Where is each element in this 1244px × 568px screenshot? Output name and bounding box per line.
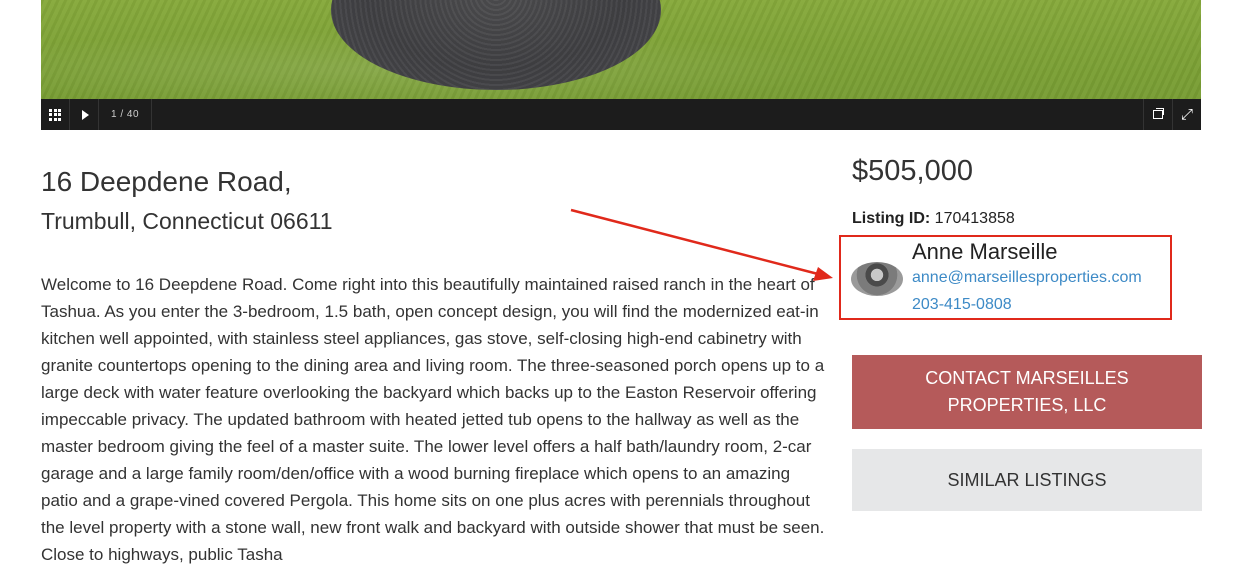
photo-mulch-bed bbox=[331, 0, 661, 90]
listing-price: $505,000 bbox=[852, 155, 973, 187]
similar-listings-button[interactable]: SIMILAR LISTINGS bbox=[852, 449, 1202, 511]
photo-gallery: 1 / 40 ⤢ bbox=[41, 0, 1201, 130]
address-line-1: 16 Deepdene Road, bbox=[41, 166, 292, 197]
restore-window-icon bbox=[1153, 108, 1164, 119]
play-icon bbox=[81, 109, 89, 120]
grid-icon bbox=[49, 108, 61, 121]
fullscreen-icon: ⤢ bbox=[1180, 106, 1193, 123]
grid-view-button[interactable] bbox=[41, 99, 70, 130]
agent-name: Anne Marseille bbox=[912, 239, 1058, 264]
listing-description: Welcome to 16 Deepdene Road. Come right … bbox=[41, 275, 825, 564]
agent-phone-link[interactable]: 203-415-0808 bbox=[912, 296, 1012, 314]
agent-email-link[interactable]: anne@marseillesproperties.com bbox=[912, 269, 1142, 287]
listing-id-label: Listing ID: bbox=[852, 210, 931, 227]
contact-agent-button[interactable]: CONTACT MARSEILLES PROPERTIES, LLC bbox=[852, 355, 1202, 429]
gallery-toolbar: 1 / 40 ⤢ bbox=[41, 99, 1201, 130]
play-slideshow-button[interactable] bbox=[70, 99, 99, 130]
listing-id-value: 170413858 bbox=[934, 210, 1015, 227]
address-line-2: Trumbull, Connecticut 06611 bbox=[41, 208, 333, 234]
gallery-photo[interactable] bbox=[41, 0, 1201, 99]
agent-avatar bbox=[851, 262, 903, 296]
fullscreen-button[interactable]: ⤢ bbox=[1172, 99, 1201, 130]
restore-window-button[interactable] bbox=[1143, 99, 1172, 130]
listing-id: Listing ID: 170413858 bbox=[852, 210, 1015, 228]
photo-counter: 1 / 40 bbox=[99, 99, 153, 130]
